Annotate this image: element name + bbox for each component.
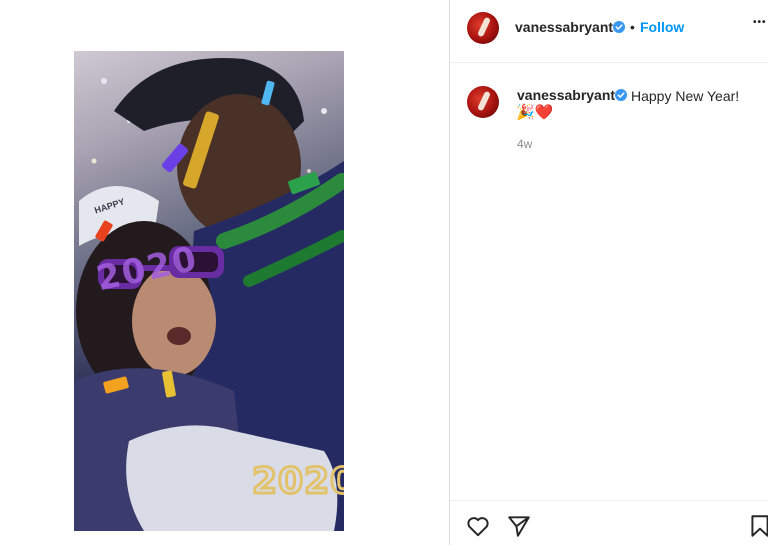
caption-emojis: 🎉❤️ xyxy=(516,104,554,121)
post-header: vanessabryant • Follow ••• xyxy=(450,0,768,63)
bookmark-icon[interactable] xyxy=(747,513,768,539)
separator-dot: • xyxy=(630,19,635,35)
caption-avatar[interactable] xyxy=(467,86,499,118)
verified-badge-icon xyxy=(613,21,625,33)
post-age[interactable]: 4w xyxy=(517,137,532,151)
post-sidebar: vanessabryant • Follow ••• vanessabryant… xyxy=(450,0,768,545)
action-bar xyxy=(450,500,768,546)
heart-icon[interactable] xyxy=(465,513,491,539)
media-pane: 2020 HAPPY 2020 xyxy=(0,0,449,545)
post-video[interactable]: 2020 HAPPY 2020 xyxy=(74,51,344,531)
follow-button[interactable]: Follow xyxy=(640,19,684,35)
caption-username[interactable]: vanessabryant xyxy=(517,87,615,103)
more-options-button[interactable]: ••• xyxy=(753,17,767,28)
author-username[interactable]: vanessabryant xyxy=(515,19,613,35)
verified-badge-icon xyxy=(615,89,627,101)
paper-plane-icon[interactable] xyxy=(506,513,532,539)
caption-text: Happy New Year! xyxy=(631,88,740,104)
video-sticker-2020: 2020 xyxy=(250,460,344,504)
author-avatar[interactable] xyxy=(467,12,499,44)
